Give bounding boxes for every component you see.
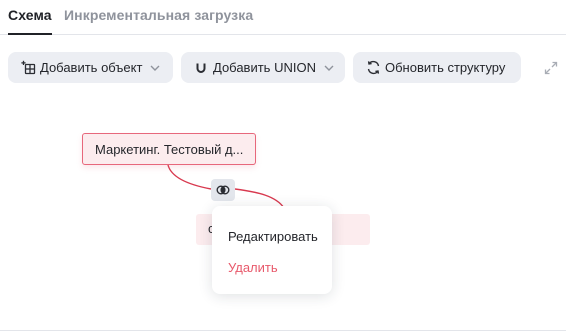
chevron-down-icon [322, 61, 336, 75]
tab-schema[interactable]: Схема [8, 7, 52, 35]
expand-icon[interactable] [543, 60, 559, 76]
refresh-structure-button[interactable]: Обновить структуру [353, 52, 521, 83]
add-object-label: Добавить объект [40, 60, 143, 75]
menu-item-edit[interactable]: Редактировать [228, 229, 318, 244]
refresh-structure-label: Обновить структуру [385, 60, 506, 75]
union-icon [193, 60, 209, 76]
table-node[interactable]: Маркетинг. Тестовый д... [82, 133, 256, 165]
add-union-button[interactable]: Добавить UNION [181, 52, 345, 83]
add-object-button[interactable]: Добавить объект [8, 52, 173, 83]
link-line-left [167, 164, 212, 190]
join-type-icon[interactable] [211, 179, 235, 201]
context-menu: Редактировать Удалить [212, 206, 332, 294]
tab-incremental-load[interactable]: Инкрементальная загрузка [64, 7, 253, 23]
add-union-label: Добавить UNION [213, 60, 316, 75]
menu-item-delete[interactable]: Удалить [228, 260, 278, 275]
divider [0, 330, 566, 331]
chevron-down-icon [148, 61, 162, 75]
tab-bar: Схема Инкрементальная загрузка [0, 0, 566, 35]
add-table-icon [20, 60, 36, 76]
refresh-icon [365, 60, 381, 76]
